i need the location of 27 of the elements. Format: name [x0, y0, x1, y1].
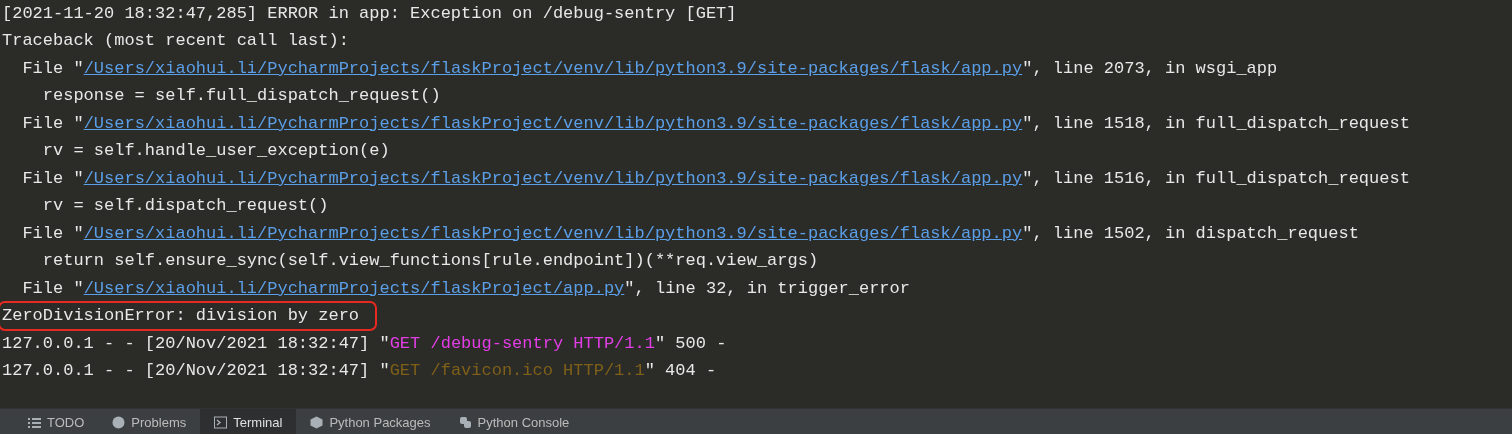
console-line: File "/Users/xiaohui.li/PycharmProjects/flaskProject/venv/lib/python3.9/site-packages/flask/app.py", line 1518, in full_dispatch_request: [21, 112, 1410, 135]
console-line: File "/Users/xiaohui.li/PycharmProjects/flaskProject/venv/lib/python3.9/site-packages/flask/app.py", line 1502, in dispatch_request: [21, 222, 1359, 245]
tool-window-tab[interactable]: Python Console: [444, 409, 584, 434]
console-line: rv = self.handle_user_exception(e): [41, 140, 390, 163]
file-link[interactable]: /Users/xiaohui.li/PycharmProjects/flaskProject/venv/lib/python3.9/site-packages/flask/app.py: [83, 113, 1023, 133]
tool-window-tab[interactable]: Terminal: [200, 409, 297, 434]
file-link[interactable]: /Users/xiaohui.li/PycharmProjects/flaskProject/app.py: [83, 278, 625, 298]
console-line: [2021-11-20 18:32:47,285] ERROR in app: Exception on /debug-sentry [GET]: [2, 2, 737, 25]
tool-window-tab[interactable]: Python Packages: [296, 409, 445, 434]
highlighted-console-line: ZeroDivisionError: division by zero: [0, 303, 376, 330]
tool-window-tab[interactable]: Problems: [98, 409, 201, 434]
tool-window-tab[interactable]: TODO: [14, 409, 99, 434]
file-link[interactable]: /Users/xiaohui.li/PycharmProjects/flaskProject/venv/lib/python3.9/site-packages/flask/app.py: [83, 168, 1023, 188]
terminal-icon: [214, 415, 228, 429]
file-link[interactable]: /Users/xiaohui.li/PycharmProjects/flaskProject/venv/lib/python3.9/site-packages/flask/app.py: [83, 58, 1023, 78]
list-icon: [28, 415, 41, 429]
file-link[interactable]: /Users/xiaohui.li/PycharmProjects/flaskProject/venv/lib/python3.9/site-packages/flask/app.py: [83, 223, 1023, 243]
cube-icon: [310, 415, 324, 429]
console-line: File "/Users/xiaohui.li/PycharmProjects/flaskProject/venv/lib/python3.9/site-packages/flask/app.py", line 1516, in full_dispatch_request: [21, 167, 1410, 190]
console-line: 127.0.0.1 - - [20/Nov/2021 18:32:47] "GET /favicon.ico HTTP/1.1" 404 -: [2, 360, 717, 383]
console-line: return self.ensure_sync(self.view_functions[rule.endpoint])(**req.view_args): [41, 250, 819, 273]
console-line: response = self.full_dispatch_request(): [41, 85, 441, 108]
console-line: File "/Users/xiaohui.li/PycharmProjects/flaskProject/app.py", line 32, in trigger_error: [21, 277, 910, 300]
console-line: rv = self.dispatch_request(): [41, 195, 329, 218]
console-line: File "/Users/xiaohui.li/PycharmProjects/flaskProject/venv/lib/python3.9/site-packages/flask/app.py", line 2073, in wsgi_app: [21, 57, 1278, 80]
console-line: 127.0.0.1 - - [20/Nov/2021 18:32:47] "GET /debug-sentry HTTP/1.1" 500 -: [2, 332, 727, 355]
console-line: Traceback (most recent call last):: [2, 30, 349, 53]
